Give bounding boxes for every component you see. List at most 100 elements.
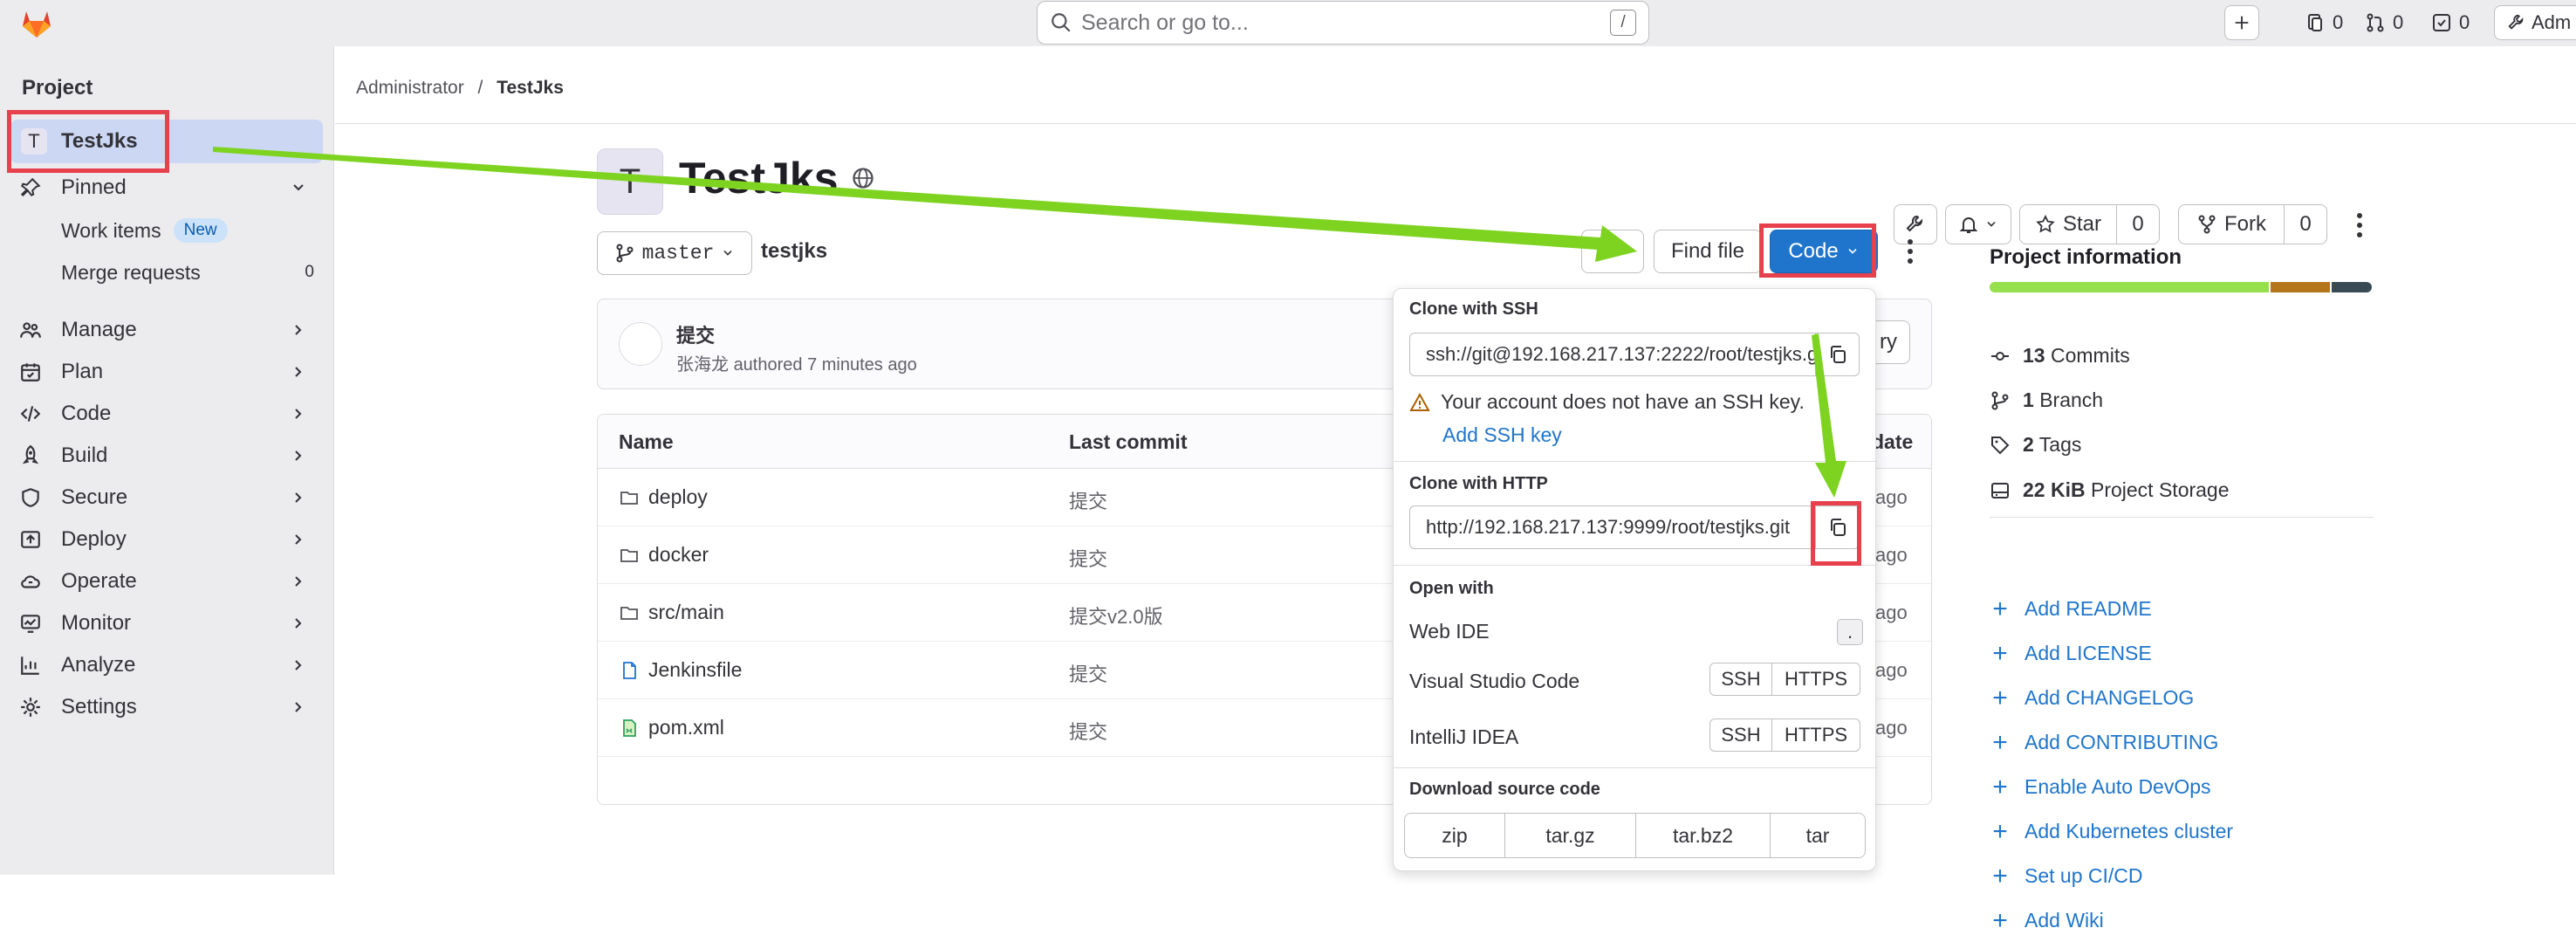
find-file-button[interactable]: Find file bbox=[1654, 230, 1762, 273]
vscode-label: Visual Studio Code bbox=[1409, 670, 1580, 692]
copy-http-button[interactable] bbox=[1815, 506, 1859, 548]
gitlab-logo-icon[interactable] bbox=[19, 6, 54, 41]
last-commit-message[interactable]: 提交 bbox=[1069, 717, 1107, 745]
project-action-enable-auto-devops[interactable]: + Enable Auto DevOps bbox=[1990, 772, 2210, 801]
commits-link[interactable]: 13 Commits bbox=[1990, 344, 2130, 368]
file-name-cell[interactable]: src/main bbox=[619, 601, 724, 624]
download-targz-button[interactable]: tar.gz bbox=[1504, 813, 1636, 858]
breadcrumb-divider bbox=[335, 123, 2576, 124]
sidebar-item-work-items[interactable]: Work items New bbox=[61, 211, 314, 250]
more-actions-icon[interactable] bbox=[1906, 238, 1915, 265]
last-commit-message[interactable]: 提交v2.0版 bbox=[1069, 602, 1163, 629]
sidebar-pinned[interactable]: Pinned bbox=[19, 168, 316, 207]
project-action-set-up-ci-cd[interactable]: + Set up CI/CD bbox=[1990, 863, 2142, 889]
project-action-add-kubernetes-cluster[interactable]: + Add Kubernetes cluster bbox=[1990, 818, 2233, 844]
file-name[interactable]: docker bbox=[648, 543, 709, 567]
sidebar-item-merge-requests[interactable]: Merge requests 0 bbox=[61, 253, 314, 292]
plus-icon: + bbox=[1992, 772, 2008, 801]
file-name-cell[interactable]: Jenkinsfile bbox=[619, 658, 742, 682]
merge-requests-count: 0 bbox=[2393, 11, 2404, 33]
search-input[interactable]: Search or go to... / bbox=[1037, 1, 1649, 45]
merge-requests-counter[interactable]: 0 bbox=[2365, 9, 2403, 37]
copy-icon bbox=[1830, 346, 1846, 363]
file-name[interactable]: src/main bbox=[648, 601, 724, 624]
sidebar-item-label: Plan bbox=[61, 360, 104, 383]
download-tarbz2-button[interactable]: tar.bz2 bbox=[1635, 813, 1771, 858]
web-ide-label[interactable]: Web IDE bbox=[1409, 620, 1490, 643]
sidebar-item-settings[interactable]: Settings bbox=[19, 688, 316, 726]
clone-ssh-field[interactable]: ssh://git@192.168.217.137:2222/root/test… bbox=[1409, 333, 1860, 376]
sidebar-item-label: Settings bbox=[61, 695, 137, 718]
download-zip-button[interactable]: zip bbox=[1404, 813, 1505, 858]
branch-link[interactable]: 1 Branch bbox=[1990, 388, 2103, 412]
vscode-https-button[interactable]: HTTPS bbox=[1771, 663, 1860, 696]
sidebar-item-monitor[interactable]: Monitor bbox=[19, 604, 316, 643]
notifications-button[interactable] bbox=[1945, 204, 2011, 244]
fork-count[interactable]: 0 bbox=[2284, 204, 2327, 244]
more-actions-icon[interactable] bbox=[2355, 212, 2364, 238]
sidebar-project-item[interactable]: T TestJks bbox=[10, 120, 323, 163]
project-action-add-readme[interactable]: + Add README bbox=[1990, 595, 2151, 622]
admin-button[interactable]: Adm bbox=[2494, 5, 2576, 40]
chevron-right-icon bbox=[295, 660, 302, 670]
fork-button[interactable]: Fork bbox=[2178, 204, 2285, 244]
add-to-tree-button[interactable] bbox=[1581, 230, 1644, 273]
last-commit-message[interactable]: 提交 bbox=[1069, 486, 1107, 514]
file-name-cell[interactable]: pom.xml bbox=[619, 716, 724, 739]
todos-counter[interactable]: 0 bbox=[2305, 9, 2343, 37]
admin-wrench-button[interactable] bbox=[1894, 204, 1937, 244]
file-name-cell[interactable]: deploy bbox=[619, 485, 708, 509]
chevron-right-icon bbox=[295, 534, 302, 545]
file-name[interactable]: Jenkinsfile bbox=[648, 658, 742, 682]
download-tar-button[interactable]: tar bbox=[1770, 813, 1866, 858]
project-action-add-contributing[interactable]: + Add CONTRIBUTING bbox=[1990, 729, 2218, 755]
chevron-right-icon bbox=[295, 618, 302, 629]
author-avatar[interactable] bbox=[619, 322, 662, 366]
file-name-cell[interactable]: docker bbox=[619, 543, 709, 567]
issues-counter[interactable]: 0 bbox=[2431, 9, 2470, 37]
warning-icon bbox=[1409, 392, 1430, 411]
sidebar-item-code[interactable]: Code bbox=[19, 395, 316, 433]
code-button[interactable]: Code bbox=[1770, 230, 1878, 273]
project-action-add-license[interactable]: + Add LICENSE bbox=[1990, 640, 2152, 666]
file-name[interactable]: pom.xml bbox=[648, 716, 724, 739]
globe-icon bbox=[852, 168, 874, 189]
commit-author[interactable]: 张海龙 bbox=[676, 355, 729, 375]
breadcrumb-current[interactable]: TestJks bbox=[497, 78, 564, 98]
project-action-add-wiki[interactable]: + Add Wiki bbox=[1990, 905, 2104, 935]
tags-link[interactable]: 2 Tags bbox=[1990, 433, 2081, 457]
add-ssh-key-link[interactable]: Add SSH key bbox=[1442, 423, 1562, 447]
branch-name: master bbox=[641, 242, 715, 265]
branch-selector[interactable]: master bbox=[597, 231, 752, 275]
last-commit-message[interactable]: 提交 bbox=[1069, 659, 1107, 687]
sidebar-item-label: Secure bbox=[61, 485, 128, 509]
commit-title[interactable]: 提交 bbox=[676, 320, 715, 348]
clone-dropdown: Clone with SSH ssh://git@192.168.217.137… bbox=[1393, 288, 1877, 871]
clone-ssh-url[interactable]: ssh://git@192.168.217.137:2222/root/test… bbox=[1410, 343, 1815, 366]
star-count[interactable]: 0 bbox=[2116, 204, 2160, 244]
sidebar-item-secure[interactable]: Secure bbox=[19, 478, 316, 517]
vscode-ssh-button[interactable]: SSH bbox=[1709, 663, 1772, 696]
bell-icon bbox=[1959, 217, 1978, 233]
file-name[interactable]: deploy bbox=[648, 485, 708, 509]
sidebar-item-operate[interactable]: Operate bbox=[19, 562, 316, 601]
sidebar-item-build[interactable]: Build bbox=[19, 437, 316, 475]
create-new-button[interactable] bbox=[2224, 5, 2259, 40]
copy-ssh-button[interactable] bbox=[1815, 333, 1859, 375]
sidebar-item-deploy[interactable]: Deploy bbox=[19, 520, 316, 559]
breadcrumb-parent[interactable]: Administrator bbox=[356, 78, 464, 98]
intellij-https-button[interactable]: HTTPS bbox=[1771, 718, 1860, 752]
last-commit-message[interactable]: 提交 bbox=[1069, 544, 1107, 572]
storage-label: Project Storage bbox=[2090, 478, 2230, 501]
storage-link[interactable]: 22 KiB Project Storage bbox=[1990, 478, 2230, 502]
sidebar-item-plan[interactable]: Plan bbox=[19, 353, 316, 391]
sidebar-item-manage[interactable]: Manage bbox=[19, 311, 316, 349]
star-button[interactable]: Star bbox=[2019, 204, 2117, 244]
repo-path[interactable]: testjks bbox=[761, 239, 827, 264]
clone-http-field[interactable]: http://192.168.217.137:9999/root/testjks… bbox=[1409, 505, 1860, 549]
sidebar-item-analyze[interactable]: Analyze bbox=[19, 646, 316, 684]
intellij-ssh-button[interactable]: SSH bbox=[1709, 718, 1772, 752]
project-action-add-changelog[interactable]: + Add CHANGELOG bbox=[1990, 684, 2194, 711]
clone-http-url[interactable]: http://192.168.217.137:9999/root/testjks… bbox=[1410, 516, 1815, 539]
plus-icon: + bbox=[1992, 905, 2008, 935]
